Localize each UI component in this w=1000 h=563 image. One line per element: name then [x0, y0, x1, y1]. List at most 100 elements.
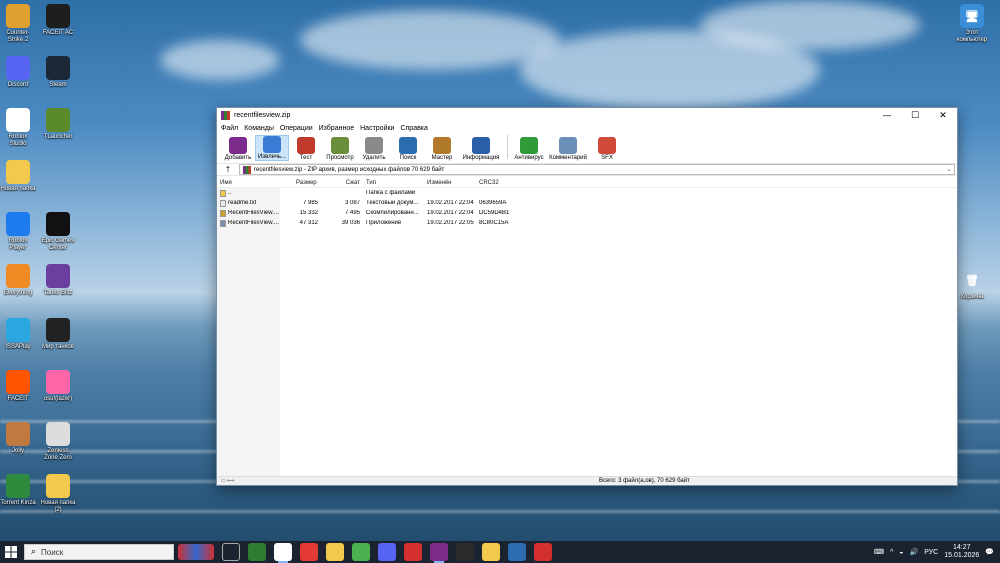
toolbar-button[interactable]: Добавить	[221, 137, 255, 161]
table-row[interactable]: readme.txt 7 985 3 087 Текстовый докум... 19…	[217, 198, 957, 208]
taskbar-app-icon[interactable]	[300, 543, 318, 561]
desktop-shortcut[interactable]: osu!(lazer)	[40, 370, 76, 403]
desktop-shortcut[interactable]: Zenless Zone Zero	[40, 422, 76, 462]
toolbar-button[interactable]: SFX	[590, 137, 624, 161]
minimize-button[interactable]: —	[873, 108, 901, 123]
cell-modified: 19.02.2017 22:05	[427, 220, 474, 226]
toolbar-button[interactable]: Мастер	[425, 137, 459, 161]
file-name-cell: ..	[217, 189, 280, 197]
toolbar-button[interactable]: Тест	[289, 137, 323, 161]
desktop-shortcut-label: Jolly	[11, 448, 24, 454]
table-row[interactable]: RecentFilesView.... 15 332 7 495 Скомпилиро…	[217, 208, 957, 218]
desktop-shortcut-label: Мир танков	[42, 344, 74, 350]
app-icon	[6, 212, 30, 236]
taskbar-app-icon[interactable]	[482, 543, 500, 561]
network-icon[interactable]: ◒	[899, 549, 903, 556]
taskbar-app-icon[interactable]	[352, 543, 370, 561]
name-column-background	[217, 188, 280, 476]
toolbar-button[interactable]: Антивирус	[512, 137, 546, 161]
column-header-cell[interactable]: Сжат	[320, 180, 362, 186]
menu-item[interactable]: Справка	[400, 125, 427, 132]
toolbar-button[interactable]: Комментарий	[546, 137, 590, 161]
taskbar-app-icon[interactable]	[248, 543, 266, 561]
table-row[interactable]: .. Папка с файлами	[217, 188, 957, 198]
taskbar-app-icon[interactable]	[534, 543, 552, 561]
desktop-shortcut[interactable]: Everything	[0, 264, 36, 297]
toolbar-icon	[598, 137, 616, 154]
toolbar-button[interactable]: Просмотр	[323, 137, 357, 161]
file-icon	[220, 209, 226, 217]
column-header-cell[interactable]: Тип	[362, 180, 424, 186]
table-row[interactable]: RecentFilesView.... 47 312 39 036 Приложени…	[217, 218, 957, 228]
desktop-shortcut[interactable]: FACEIT AC	[40, 4, 76, 37]
this-pc-shortcut[interactable]: 🖥 Этот компьютер	[952, 4, 992, 44]
desktop-shortcut[interactable]: ISSAPlay	[0, 318, 36, 351]
recycle-bin-shortcut[interactable]: 🗑 Корзина	[952, 268, 992, 301]
volume-icon[interactable]: 🔊	[909, 548, 918, 556]
lang-indicator[interactable]: РУС	[924, 549, 938, 556]
cell-packed: 3 087	[344, 200, 360, 206]
chevron-down-icon[interactable]: ⌄	[944, 166, 954, 173]
toolbar-button[interactable]: Информация	[459, 137, 503, 161]
file-name-cell: RecentFilesView....	[217, 209, 280, 217]
taskbar-search[interactable]: ⌕ Поиск	[24, 544, 174, 560]
taskbar-app-icon[interactable]	[274, 543, 292, 563]
menu-item[interactable]: Команды	[244, 125, 274, 132]
cell-type: Приложение	[366, 220, 402, 226]
column-header-cell[interactable]: Изменён	[424, 180, 476, 186]
desktop-shortcut[interactable]: Новая папка	[0, 160, 36, 193]
app-icon	[6, 160, 30, 184]
desktop-shortcut[interactable]: Roblox Studio	[0, 108, 36, 148]
desktop-shortcut-label: ISSAPlay	[5, 344, 31, 350]
desktop-shortcut[interactable]: Counter-Strike 2	[0, 4, 36, 44]
clock[interactable]: 14:27 15.01.2026	[944, 544, 979, 560]
toolbar-separator	[507, 135, 508, 159]
toolbar-button[interactable]: Поиск	[391, 137, 425, 161]
menu-item[interactable]: Операции	[280, 125, 313, 132]
keyboard-icon[interactable]: ⌨	[874, 548, 884, 556]
address-field[interactable]: recentfilesview.zip - ZIP архив, размер …	[239, 164, 955, 175]
toolbar-icon	[399, 137, 417, 154]
desktop-shortcut[interactable]: Мир танков	[40, 318, 76, 351]
taskbar-app-icon[interactable]	[404, 543, 422, 561]
column-header-cell[interactable]: Имя	[217, 180, 280, 186]
desktop-shortcut-label: Torrent Kinza	[0, 500, 36, 506]
cell-crc: DC59D4B1	[479, 210, 510, 216]
taskbar-app-icon[interactable]	[456, 543, 474, 561]
column-header-cell[interactable]: Размер	[280, 180, 320, 186]
up-arrow-icon[interactable]: ↑	[217, 165, 239, 174]
taskbar-app-icon[interactable]	[378, 543, 396, 561]
taskbar-app-icon[interactable]	[222, 543, 240, 561]
column-header-cell[interactable]: CRC32	[476, 180, 510, 186]
toolbar-button[interactable]: Извлечь...	[255, 135, 289, 161]
desktop-shortcut[interactable]: Tanks Blitz	[40, 264, 76, 297]
maximize-button[interactable]: ☐	[901, 108, 929, 123]
desktop-shortcut[interactable]: Roblox Player	[0, 212, 36, 252]
toolbar-button[interactable]: Удалить	[357, 137, 391, 161]
menu-item[interactable]: Настройки	[360, 125, 394, 132]
notification-icon[interactable]: 💬	[985, 548, 994, 556]
taskbar-app-icon[interactable]	[508, 543, 526, 561]
desktop-shortcut[interactable]: Discord	[0, 56, 36, 89]
desktop-shortcut[interactable]: FACEIT	[0, 370, 36, 403]
chevron-up-icon[interactable]: ^	[890, 549, 893, 556]
search-highlight-image[interactable]	[178, 544, 214, 560]
menu-item[interactable]: Файл	[221, 125, 238, 132]
drive-icon[interactable]: ▭ ⟷	[217, 478, 237, 484]
desktop-shortcut[interactable]: Torrent Kinza	[0, 474, 36, 507]
taskbar-app-icon[interactable]	[430, 543, 448, 563]
desktop-shortcut[interactable]: Steam	[40, 56, 76, 89]
desktop-shortcut[interactable]: Jolly	[0, 422, 36, 455]
cell-type: Скомпилированн...	[366, 210, 419, 216]
menu-bar: Файл Команды Операции Избранное Настройки Спр…	[217, 123, 957, 134]
desktop-shortcut[interactable]: Epic Games Center	[40, 212, 76, 252]
title-bar[interactable]: recentfilesview.zip — ☐ ✕	[217, 108, 957, 123]
app-icon	[6, 370, 30, 394]
taskbar-app-icon[interactable]	[326, 543, 344, 561]
cell-size: 7 985	[302, 200, 318, 206]
desktop-shortcut[interactable]: Новая папка (2)	[40, 474, 76, 514]
start-button[interactable]	[0, 541, 22, 563]
desktop-shortcut[interactable]: TLauncher	[40, 108, 76, 141]
menu-item[interactable]: Избранное	[319, 125, 354, 132]
close-button[interactable]: ✕	[929, 108, 957, 123]
